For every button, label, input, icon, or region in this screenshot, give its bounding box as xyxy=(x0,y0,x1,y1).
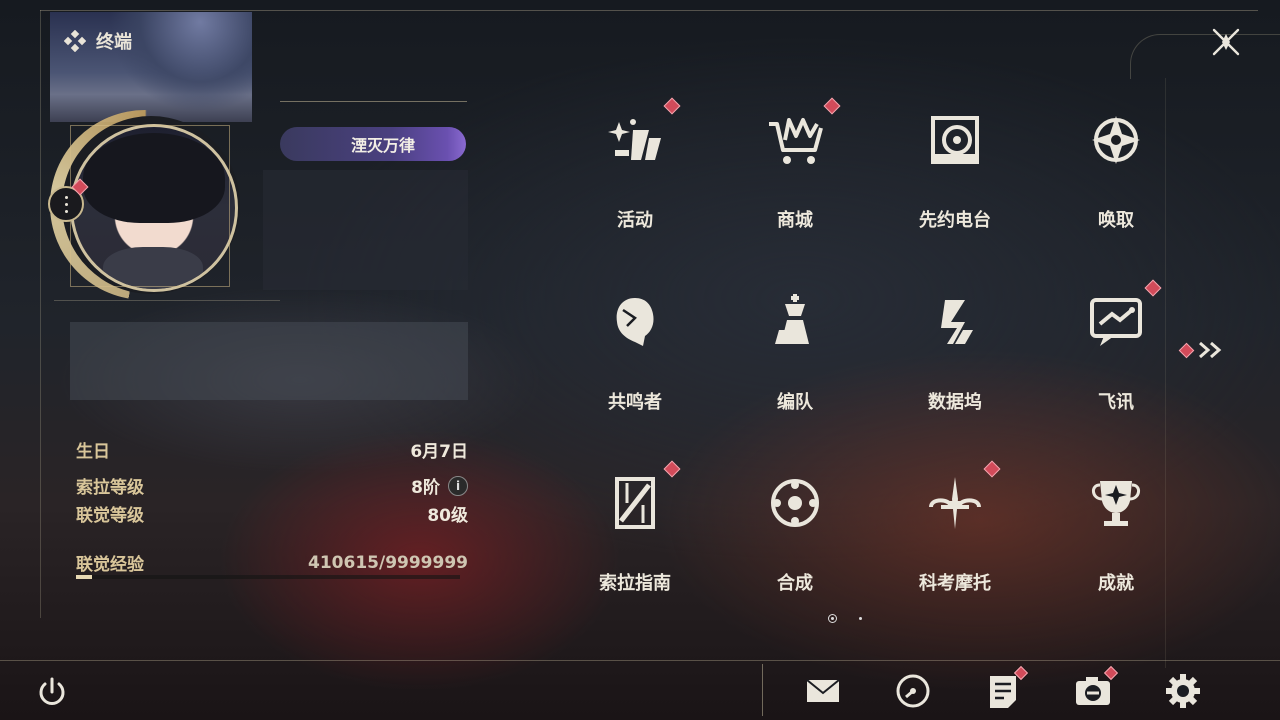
resonator-icon xyxy=(616,298,654,346)
next-page-badge xyxy=(1178,342,1195,358)
menu-item-label: 商城 xyxy=(777,210,813,231)
menu-item-synthesis[interactable]: 合成 xyxy=(730,463,860,613)
profile-signature-blurred xyxy=(70,322,468,400)
bottom-divider xyxy=(0,660,1280,661)
terminal-icon xyxy=(64,30,86,52)
stat-label: 索拉等级 xyxy=(76,478,144,498)
data-bank-icon xyxy=(941,300,973,344)
activity-icon xyxy=(608,119,661,160)
convene-icon xyxy=(1092,116,1140,164)
info-icon[interactable]: i xyxy=(448,475,468,496)
stat-label: 生日 xyxy=(76,442,110,462)
page-dot-active[interactable] xyxy=(828,614,837,623)
title-badge-text: 湮灭万律 xyxy=(350,136,415,155)
notice-icon xyxy=(990,676,1016,708)
menu-item-label: 先约电台 xyxy=(919,210,991,231)
profile-name-blurred xyxy=(263,170,468,290)
menu-item-radio[interactable]: 先约电台 xyxy=(890,100,1020,250)
notification-badge xyxy=(823,97,841,115)
notification-badge xyxy=(663,97,681,115)
title-divider xyxy=(280,101,467,102)
terminal-title-text: 终端 xyxy=(96,32,132,53)
menu-item-label: 索拉指南 xyxy=(599,573,671,594)
motorcycle-icon xyxy=(929,477,981,529)
exp-value: 410615/9999999 xyxy=(308,552,468,573)
menu-item-data-bank[interactable]: 数据坞 xyxy=(890,282,1020,432)
shop-icon xyxy=(769,118,823,164)
stat-label: 联觉等级 xyxy=(76,506,144,526)
menu-item-guide[interactable]: 索拉指南 xyxy=(570,460,700,613)
radio-icon xyxy=(931,116,979,164)
exp-label: 联觉经验 xyxy=(76,555,144,575)
menu-item-activity[interactable]: 活动 xyxy=(570,97,700,250)
achievement-icon xyxy=(1092,481,1140,526)
menu-item-motorcycle[interactable]: 科考摩托 xyxy=(890,460,1020,613)
menu-item-label: 活动 xyxy=(617,210,653,231)
next-page-button[interactable] xyxy=(1178,340,1230,360)
menu-item-label: 共鸣者 xyxy=(608,392,662,413)
stat-value: 8阶 xyxy=(411,478,440,498)
close-button[interactable] xyxy=(1206,22,1246,62)
stat-row-union-exp: 联觉经验 410615/9999999 xyxy=(76,550,468,576)
close-bracket xyxy=(1130,34,1280,79)
guide-icon xyxy=(615,477,655,529)
exp-progress-fill xyxy=(76,575,92,579)
menu-item-label: 唤取 xyxy=(1098,210,1134,231)
stat-row-birthday: 生日 6月7日 xyxy=(76,437,468,462)
message-icon xyxy=(1090,298,1142,346)
stat-value: 6月7日 xyxy=(410,442,468,462)
stat-row-sol-rank: 索拉等级 8阶 i xyxy=(76,473,468,498)
frame-top-line xyxy=(40,10,1258,11)
menu-item-shop[interactable]: 商城 xyxy=(730,97,860,250)
clock-icon[interactable] xyxy=(894,672,932,710)
menu-item-achievement[interactable]: 成就 xyxy=(1051,463,1181,613)
menu-item-label: 编队 xyxy=(777,392,813,413)
menu-item-label: 数据坞 xyxy=(928,392,982,413)
stat-row-union-level: 联觉等级 80级 xyxy=(76,501,468,526)
title-badge[interactable]: 湮灭万律 xyxy=(280,127,466,161)
menu-item-team[interactable]: 编队 xyxy=(730,282,860,432)
bottom-vertical-divider xyxy=(762,664,763,716)
stat-value: 80级 xyxy=(427,506,468,526)
camera-button[interactable] xyxy=(1074,665,1119,710)
frame-left-line xyxy=(40,10,41,618)
notification-badge xyxy=(1144,279,1162,297)
synthesis-icon xyxy=(771,479,819,527)
menu-item-label: 科考摩托 xyxy=(919,573,991,594)
mail-icon[interactable] xyxy=(804,672,842,710)
menu-item-label: 成就 xyxy=(1098,573,1134,594)
terminal-title: 终端 xyxy=(64,28,132,54)
notification-badge xyxy=(983,460,1001,478)
settings-icon[interactable] xyxy=(1164,672,1202,710)
power-button[interactable] xyxy=(34,674,70,710)
camera-icon xyxy=(1076,677,1110,705)
page-dot[interactable] xyxy=(859,617,862,620)
menu-item-convene[interactable]: 唤取 xyxy=(1051,100,1181,250)
team-icon xyxy=(775,294,809,344)
notice-button[interactable] xyxy=(984,665,1029,710)
menu-item-resonator[interactable]: 共鸣者 xyxy=(570,282,700,432)
portrait-frame xyxy=(70,125,230,287)
menu-item-message[interactable]: 飞讯 xyxy=(1051,279,1181,432)
menu-item-label: 飞讯 xyxy=(1098,392,1134,413)
page-indicator xyxy=(828,614,862,623)
notification-badge xyxy=(663,460,681,478)
exp-progress-bar xyxy=(76,575,460,579)
profile-divider xyxy=(54,300,280,301)
double-chevron-right-icon xyxy=(1199,341,1222,359)
menu-item-label: 合成 xyxy=(777,573,813,594)
more-options-icon xyxy=(64,194,68,215)
